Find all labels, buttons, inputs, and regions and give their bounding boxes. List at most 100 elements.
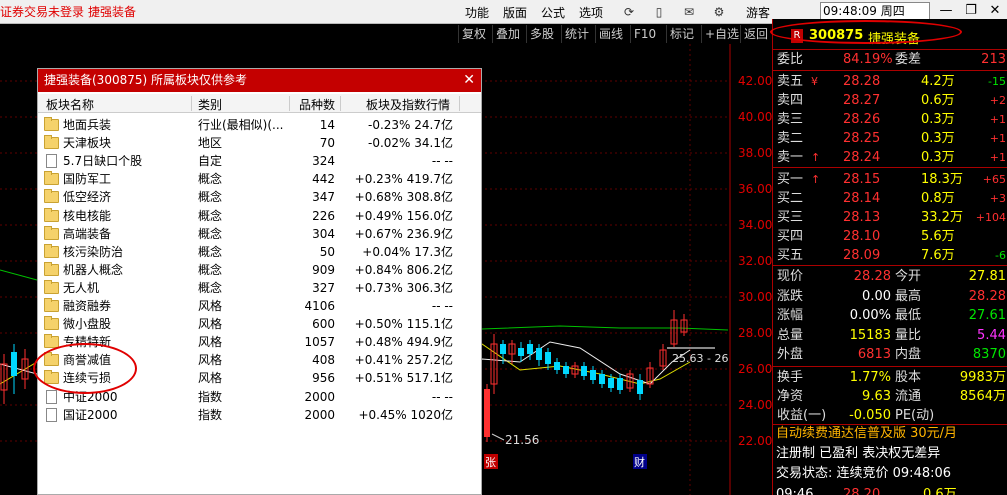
- bid-level-price: 28.09: [843, 248, 881, 263]
- tool-statistics[interactable]: 统计: [561, 25, 592, 43]
- sector-row[interactable]: 融资融券 风格 4106 -- --: [38, 297, 481, 315]
- phone-icon[interactable]: ▯: [651, 4, 667, 20]
- ask-level-row[interactable]: 卖三 28.26 0.3万 +1: [773, 110, 1007, 129]
- stat-value: 8564万: [959, 389, 1006, 404]
- sector-quote: +0.04% 17.3亿: [362, 244, 453, 259]
- restore-icon[interactable]: ❐: [962, 3, 980, 19]
- price-label-36: 36.00: [738, 182, 773, 196]
- ask-level-row[interactable]: 卖四 28.27 0.6万 +2: [773, 91, 1007, 110]
- bid-level-change: +65: [982, 173, 1006, 186]
- bid-level-row[interactable]: 买五 28.09 7.6万 -6: [773, 246, 1007, 265]
- sector-row[interactable]: 5.7日缺口个股 自定 324 -- --: [38, 152, 481, 170]
- tool-add-watchlist[interactable]: +自选: [701, 25, 742, 43]
- stat-value: -0.050: [849, 408, 891, 423]
- bid-level-volume: 33.2万: [921, 210, 963, 225]
- tool-overlay[interactable]: 叠加: [492, 25, 523, 43]
- sector-dialog: 捷强装备(300875) 所属板块仅供参考 ✕ 板块名称 类别 品种数 板块及指…: [37, 68, 482, 495]
- stat-label: 涨跌: [777, 288, 804, 304]
- menu-function[interactable]: 功能: [465, 4, 489, 21]
- dialog-title: 捷强装备(300875) 所属板块仅供参考: [44, 73, 247, 87]
- sector-quote: +0.49% 156.0亿: [354, 208, 453, 223]
- menu-layout[interactable]: 版面: [503, 4, 527, 21]
- sector-row[interactable]: 低空经济 概念 347 +0.68% 308.8亿: [38, 188, 481, 206]
- sector-count: 442: [312, 172, 335, 187]
- low-pointer: [491, 433, 505, 441]
- stat-label: 外盘: [777, 347, 804, 362]
- ask-level-label: 卖一: [777, 150, 804, 165]
- stat-value: 9983万: [959, 370, 1006, 385]
- bid-level-row[interactable]: 买三 28.13 33.2万 +104: [773, 208, 1007, 227]
- sector-category: 自定: [198, 154, 223, 169]
- price-stat-row: 外盘 6813 内盘 8370: [773, 345, 1007, 364]
- message-icon[interactable]: ✉: [681, 4, 697, 20]
- trade-login-status[interactable]: 证券交易未登录: [0, 3, 84, 20]
- sector-row[interactable]: 天津板块 地区 70 -0.02% 34.1亿: [38, 134, 481, 152]
- sector-row[interactable]: 核电核能 概念 226 +0.49% 156.0亿: [38, 207, 481, 225]
- sector-row[interactable]: 机器人概念 概念 909 +0.84% 806.2亿: [38, 261, 481, 279]
- promo-banner[interactable]: 自动续费通达信普及版 30元/月: [773, 424, 1007, 443]
- close-window-icon[interactable]: ✕: [986, 3, 1004, 19]
- separator: [773, 167, 1007, 168]
- dialog-title-bar[interactable]: 捷强装备(300875) 所属板块仅供参考 ✕: [38, 69, 481, 92]
- tool-mark[interactable]: 标记: [666, 25, 697, 43]
- sector-category: 风格: [198, 335, 223, 350]
- tool-draw-line[interactable]: 画线: [595, 25, 626, 43]
- refresh-icon[interactable]: ⟳: [621, 4, 637, 20]
- promo-text[interactable]: 自动续费通达信普及版 30元/月: [776, 424, 957, 443]
- tick-volume: 0.6万: [923, 487, 957, 495]
- marker-zhang[interactable]: 张: [485, 454, 496, 470]
- tool-multi-stock[interactable]: 多股: [526, 25, 557, 43]
- sector-row[interactable]: 核污染防治 概念 50 +0.04% 17.3亿: [38, 243, 481, 261]
- sector-quote: +0.41% 257.2亿: [354, 353, 453, 368]
- settings-icon[interactable]: ⚙: [711, 4, 727, 20]
- close-icon[interactable]: ✕: [463, 69, 475, 92]
- bid-level-label: 买三: [777, 210, 804, 225]
- menu-options[interactable]: 选项: [579, 4, 603, 21]
- marker-cai[interactable]: 财: [634, 454, 645, 470]
- bid-level-row[interactable]: 买一 ↑ 28.15 18.3万 +65: [773, 170, 1007, 189]
- sector-row[interactable]: 地面兵装 行业(最相似)(... 14 -0.23% 24.7亿: [38, 116, 481, 134]
- sector-category: 概念: [198, 280, 223, 295]
- menu-formula[interactable]: 公式: [541, 4, 565, 21]
- share-stat-row: 收益(一) -0.050 PE(动): [773, 406, 1007, 425]
- document-icon: [46, 407, 57, 422]
- bid-level-row[interactable]: 买四 28.10 5.6万: [773, 227, 1007, 246]
- sector-row[interactable]: 无人机 概念 327 +0.73% 306.3亿: [38, 279, 481, 297]
- header-sector-name[interactable]: 板块名称: [46, 96, 94, 113]
- minimize-icon[interactable]: —: [937, 3, 955, 19]
- tool-back[interactable]: 返回: [740, 25, 771, 43]
- ask-level-row[interactable]: 卖一 ↑ 28.24 0.3万 +1: [773, 148, 1007, 167]
- ask-level-row[interactable]: 卖二 28.25 0.3万 +1: [773, 129, 1007, 148]
- sector-quote: +0.48% 494.9亿: [354, 335, 453, 350]
- tool-adjust[interactable]: 复权: [458, 25, 489, 43]
- sector-row[interactable]: 国证2000 指数 2000 +0.45% 1020亿: [38, 406, 481, 424]
- stat-value: 28.28: [968, 288, 1006, 304]
- sector-count: 2000: [304, 407, 335, 422]
- header-count[interactable]: 品种数: [299, 96, 335, 113]
- folder-icon: [44, 279, 59, 294]
- price-label-28: 28.00: [738, 326, 773, 340]
- bid-level-mark: ↑: [811, 173, 821, 186]
- ask-level-price: 28.24: [843, 150, 881, 165]
- ask-level-volume: 0.3万: [921, 131, 955, 146]
- ask-level-label: 卖四: [777, 93, 804, 108]
- ask-level-row[interactable]: 卖五 ¥28.28 4.2万 -15: [773, 72, 1007, 91]
- ask-level-change: +2: [989, 94, 1006, 107]
- price-label-42: 42.00: [738, 74, 773, 88]
- bid-level-row[interactable]: 买二 28.14 0.8万 +3: [773, 189, 1007, 208]
- guest-user[interactable]: 游客: [746, 4, 770, 21]
- tool-f10[interactable]: F10: [630, 25, 659, 43]
- low-price-annotation: 21.56: [505, 433, 540, 447]
- price-stat-row: 涨幅 0.00% 最低 27.61: [773, 306, 1007, 325]
- header-quote[interactable]: 板块及指数行情: [366, 96, 450, 113]
- separator: [191, 96, 192, 111]
- stat-label: 收益(一): [777, 408, 827, 423]
- sector-row[interactable]: 微小盘股 风格 600 +0.50% 115.1亿: [38, 315, 481, 333]
- ask-level-mark: ↑: [811, 151, 821, 164]
- sector-row[interactable]: 高端装备 概念 304 +0.67% 236.9亿: [38, 225, 481, 243]
- ask-level-label: 卖三: [777, 112, 804, 127]
- ask-level-price: 28.27: [843, 93, 881, 108]
- header-category[interactable]: 类别: [198, 96, 222, 113]
- sector-table-header: 板块名称 类别 品种数 板块及指数行情: [38, 94, 481, 113]
- sector-row[interactable]: 国防军工 概念 442 +0.23% 419.7亿: [38, 170, 481, 188]
